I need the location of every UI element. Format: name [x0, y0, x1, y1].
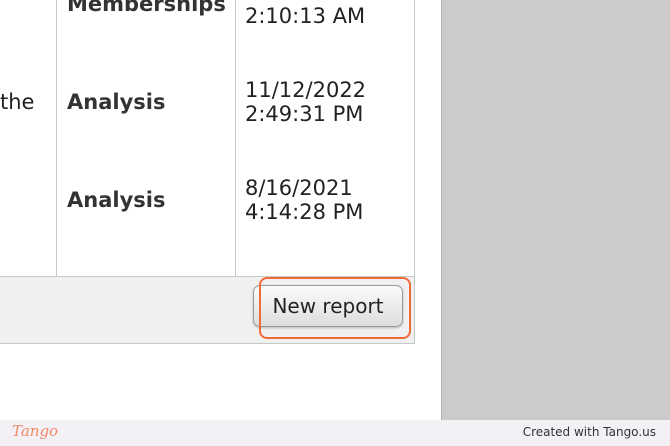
- side-gray-panel: [442, 0, 670, 420]
- report-description-cell: the: [0, 90, 35, 114]
- created-with-text: Created with Tango.us: [522, 425, 656, 439]
- report-name-cell: Memberships: [67, 0, 226, 16]
- report-name-cell: Analysis: [67, 188, 166, 212]
- reports-table: Memberships 2:10:13 AM the Analysis 11/1…: [0, 0, 414, 276]
- report-time-cell: 2:49:31 PM: [245, 102, 364, 126]
- tango-logo: Tango: [12, 422, 59, 440]
- report-time-cell: 4:14:28 PM: [245, 200, 364, 224]
- report-date-cell: 11/12/2022: [245, 78, 367, 102]
- column-divider: [56, 0, 57, 276]
- new-report-button[interactable]: New report: [253, 285, 403, 327]
- table-border: [414, 0, 415, 276]
- tango-footer: Tango Created with Tango.us: [0, 420, 670, 446]
- screenshot-stage: Memberships 2:10:13 AM the Analysis 11/1…: [0, 0, 670, 446]
- report-name-cell: Analysis: [67, 90, 166, 114]
- window-edge: [441, 0, 442, 420]
- report-date-cell: 8/16/2021: [245, 176, 353, 200]
- report-time-cell: 2:10:13 AM: [245, 4, 366, 28]
- column-divider: [235, 0, 236, 276]
